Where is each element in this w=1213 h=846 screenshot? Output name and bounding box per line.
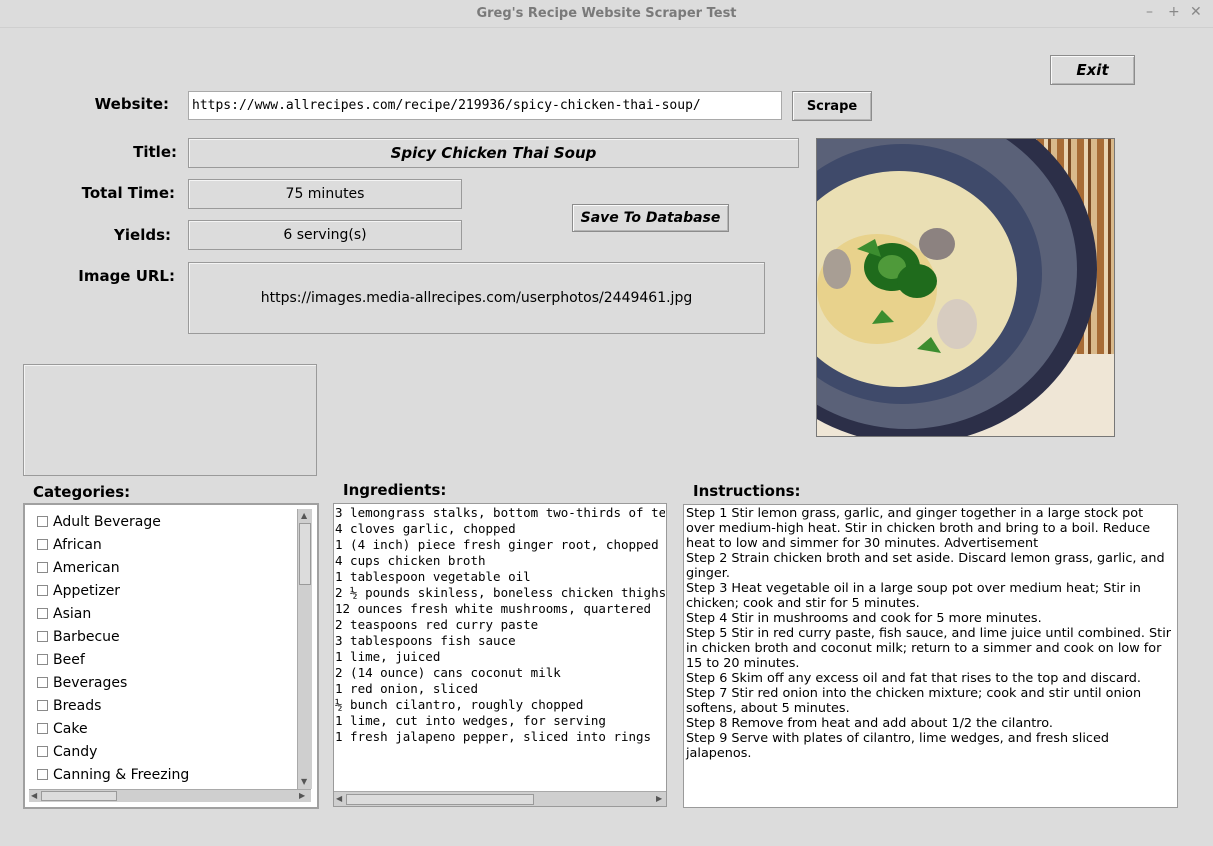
total-time-field: 75 minutes [188, 179, 462, 209]
instruction-step: Step 4 Stir in mushrooms and cook for 5 … [686, 611, 1042, 626]
instruction-step: Step 7 Stir red onion into the chicken m… [686, 686, 1142, 716]
category-checkbox[interactable] [37, 677, 48, 688]
title-label: Title: [133, 143, 177, 161]
window-titlebar: Greg's Recipe Website Scraper Test – + ✕ [0, 0, 1213, 28]
category-item[interactable]: African [25, 533, 297, 556]
category-checkbox[interactable] [37, 516, 48, 527]
ingredients-label: Ingredients: [343, 481, 447, 499]
ingredient-line: 1 fresh jalapeno pepper, sliced into rin… [335, 729, 652, 744]
category-label: Asian [53, 605, 92, 622]
window-title: Greg's Recipe Website Scraper Test [476, 6, 737, 21]
category-checkbox[interactable] [37, 723, 48, 734]
instruction-step: Step 5 Stir in red curry paste, fish sau… [686, 626, 1172, 671]
instruction-step: Step 9 Serve with plates of cilantro, li… [686, 731, 1109, 761]
scroll-right-icon[interactable]: ▶ [299, 791, 305, 801]
soup-bowl-illustration [817, 139, 1114, 436]
instruction-step: Step 6 Skim off any excess oil and fat t… [686, 671, 1141, 686]
category-item[interactable]: Barbecue [25, 625, 297, 648]
category-checkbox[interactable] [37, 700, 48, 711]
scroll-up-icon[interactable]: ▲ [301, 511, 307, 521]
category-item[interactable]: Asian [25, 602, 297, 625]
instructions-text[interactable]: Step 1 Stir lemon grass, garlic, and gin… [683, 504, 1178, 808]
category-item[interactable]: Beef [25, 648, 297, 671]
categories-vertical-scrollbar[interactable]: ▲ ▼ [297, 509, 312, 789]
category-checkbox[interactable] [37, 631, 48, 642]
image-url-label: Image URL: [78, 267, 175, 285]
ingredient-line: 4 cups chicken broth [335, 553, 486, 568]
category-label: Beef [53, 651, 85, 668]
ingredient-line: 2 ½ pounds skinless, boneless chicken th… [335, 585, 665, 600]
category-label: Appetizer [53, 582, 121, 599]
image-url-field: https://images.media-allrecipes.com/user… [188, 262, 765, 334]
scroll-left-icon[interactable]: ◀ [31, 791, 37, 801]
website-label: Website: [94, 95, 169, 113]
recipe-image [816, 138, 1115, 437]
category-item[interactable]: Candy [25, 740, 297, 763]
category-label: Barbecue [53, 628, 120, 645]
ingredient-line: 1 red onion, sliced [335, 681, 478, 696]
ingredient-line: 1 lime, juiced [335, 649, 441, 664]
category-label: American [53, 559, 120, 576]
categories-label: Categories: [33, 483, 131, 501]
scroll-right-icon[interactable]: ▶ [656, 794, 662, 804]
category-item[interactable]: Appetizer [25, 579, 297, 602]
ingredient-line: 4 cloves garlic, chopped [335, 521, 516, 536]
instruction-step: Step 1 Stir lemon grass, garlic, and gin… [686, 506, 1151, 551]
category-checkbox[interactable] [37, 654, 48, 665]
category-checkbox[interactable] [37, 769, 48, 780]
categories-horizontal-scrollbar[interactable]: ◀ ▶ [29, 789, 311, 802]
save-to-database-button[interactable]: Save To Database [572, 204, 729, 232]
category-item[interactable]: Beverages [25, 671, 297, 694]
ingredient-line: 1 tablespoon vegetable oil [335, 569, 531, 584]
category-checkbox[interactable] [37, 608, 48, 619]
ingredient-line: 3 tablespoons fish sauce [335, 633, 516, 648]
category-item[interactable]: Canning & Freezing [25, 763, 297, 786]
category-item[interactable]: Cake [25, 717, 297, 740]
ingredient-line: 2 teaspoons red curry paste [335, 617, 539, 632]
scrape-button[interactable]: Scrape [792, 91, 872, 121]
ingredient-line: 12 ounces fresh white mushrooms, quarter… [335, 601, 652, 616]
yields-field: 6 serving(s) [188, 220, 462, 250]
ingredients-text[interactable]: 3 lemongrass stalks, bottom two-thirds o… [333, 503, 667, 807]
scroll-thumb[interactable] [299, 523, 311, 585]
category-checkbox[interactable] [37, 746, 48, 757]
category-checkbox[interactable] [37, 562, 48, 573]
category-checkbox[interactable] [37, 539, 48, 550]
instruction-step: Step 3 Heat vegetable oil in a large sou… [686, 581, 1141, 611]
instruction-step: Step 8 Remove from heat and add about 1/… [686, 716, 1053, 731]
website-url-input[interactable] [188, 91, 782, 120]
minimize-icon[interactable]: – [1146, 4, 1153, 20]
ingredient-line: 1 (4 inch) piece fresh ginger root, chop… [335, 537, 659, 552]
instructions-label: Instructions: [693, 482, 801, 500]
category-item[interactable]: Adult Beverage [25, 510, 297, 533]
scroll-down-icon[interactable]: ▼ [301, 777, 307, 787]
ingredient-line: 1 lime, cut into wedges, for serving [335, 713, 606, 728]
empty-preview-panel [23, 364, 317, 476]
category-item[interactable]: Breads [25, 694, 297, 717]
maximize-icon[interactable]: + [1168, 4, 1180, 20]
category-checkbox[interactable] [37, 585, 48, 596]
categories-list[interactable]: Adult Beverage African American Appetizer As… [23, 503, 319, 809]
ingredient-line: 3 lemongrass stalks, bottom two-thirds o… [335, 505, 665, 520]
yields-label: Yields: [114, 226, 171, 244]
scroll-thumb[interactable] [346, 794, 534, 805]
recipe-title-field: Spicy Chicken Thai Soup [188, 138, 799, 168]
category-label: Candy [53, 743, 98, 760]
category-label: Breads [53, 697, 102, 714]
ingredients-horizontal-scrollbar[interactable]: ◀ ▶ [334, 791, 666, 806]
exit-button[interactable]: Exit [1050, 55, 1135, 85]
category-label: Cake [53, 720, 88, 737]
category-label: Adult Beverage [53, 513, 161, 530]
scroll-left-icon[interactable]: ◀ [336, 794, 342, 804]
category-label: African [53, 536, 102, 553]
instruction-step: Step 2 Strain chicken broth and set asid… [686, 551, 1165, 581]
category-label: Beverages [53, 674, 128, 691]
ingredient-line: ½ bunch cilantro, roughly chopped [335, 697, 584, 712]
category-label: Canning & Freezing [53, 766, 190, 783]
close-icon[interactable]: ✕ [1190, 4, 1202, 20]
total-time-label: Total Time: [81, 184, 175, 202]
scroll-thumb[interactable] [41, 791, 117, 801]
category-item[interactable]: American [25, 556, 297, 579]
ingredient-line: 2 (14 ounce) cans coconut milk [335, 665, 561, 680]
